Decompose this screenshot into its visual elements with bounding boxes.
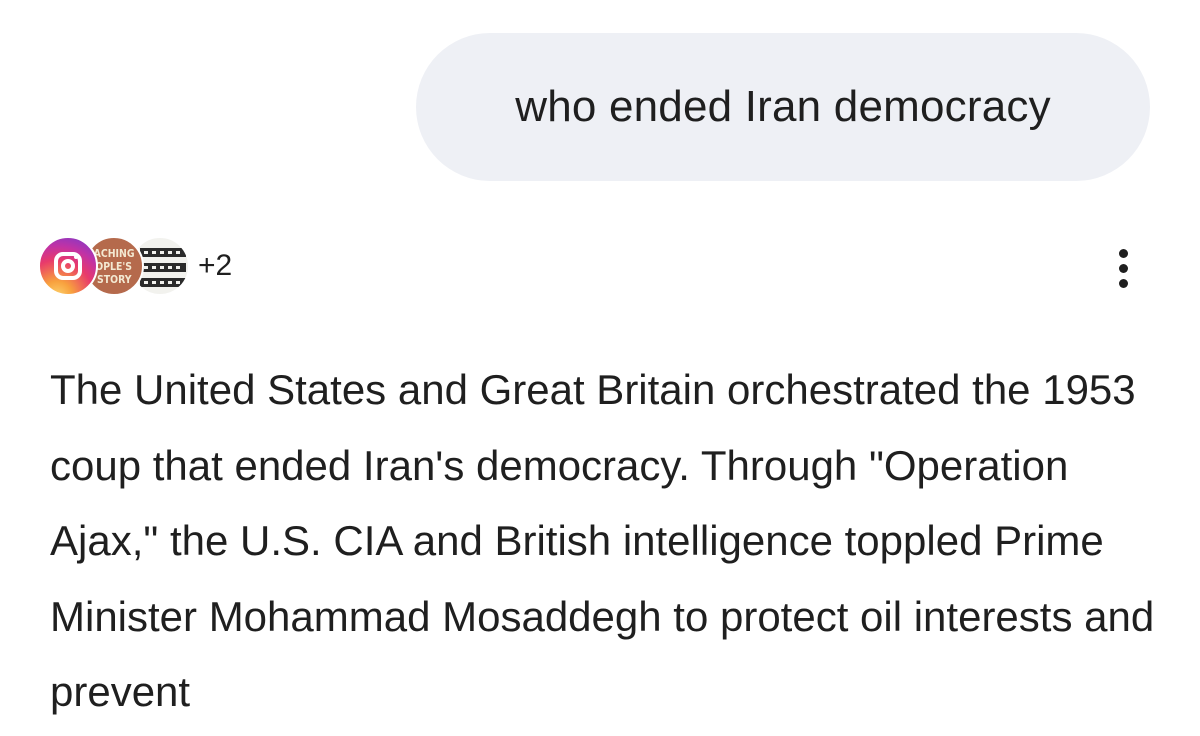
menu-dot	[1118, 278, 1128, 288]
story-logo-line-1: ACHING	[93, 246, 135, 260]
camera-flash-dot	[74, 255, 78, 259]
film-strip-row	[140, 278, 186, 287]
film-strip-row	[140, 263, 186, 272]
more-sources-count[interactable]: +2	[198, 249, 232, 283]
story-logo-line-2: OPLE'S	[95, 259, 133, 273]
film-strip-row	[140, 248, 186, 257]
camera-lens	[61, 259, 75, 273]
user-message-text: who ended Iran democracy	[515, 82, 1051, 131]
sources-row[interactable]: ACHING OPLE'S STORY +2	[38, 234, 232, 298]
chat-page: who ended Iran democracy ACHING OPLE'S S…	[0, 0, 1200, 736]
response-text: The United States and Great Britain orch…	[50, 366, 1155, 715]
story-logo-line-3: STORY	[96, 272, 132, 286]
user-message-bubble[interactable]: who ended Iran democracy	[416, 33, 1150, 181]
menu-dot	[1118, 248, 1128, 258]
menu-dot	[1118, 263, 1128, 273]
instagram-icon[interactable]	[38, 236, 98, 296]
more-vert-icon[interactable]	[1103, 240, 1143, 296]
